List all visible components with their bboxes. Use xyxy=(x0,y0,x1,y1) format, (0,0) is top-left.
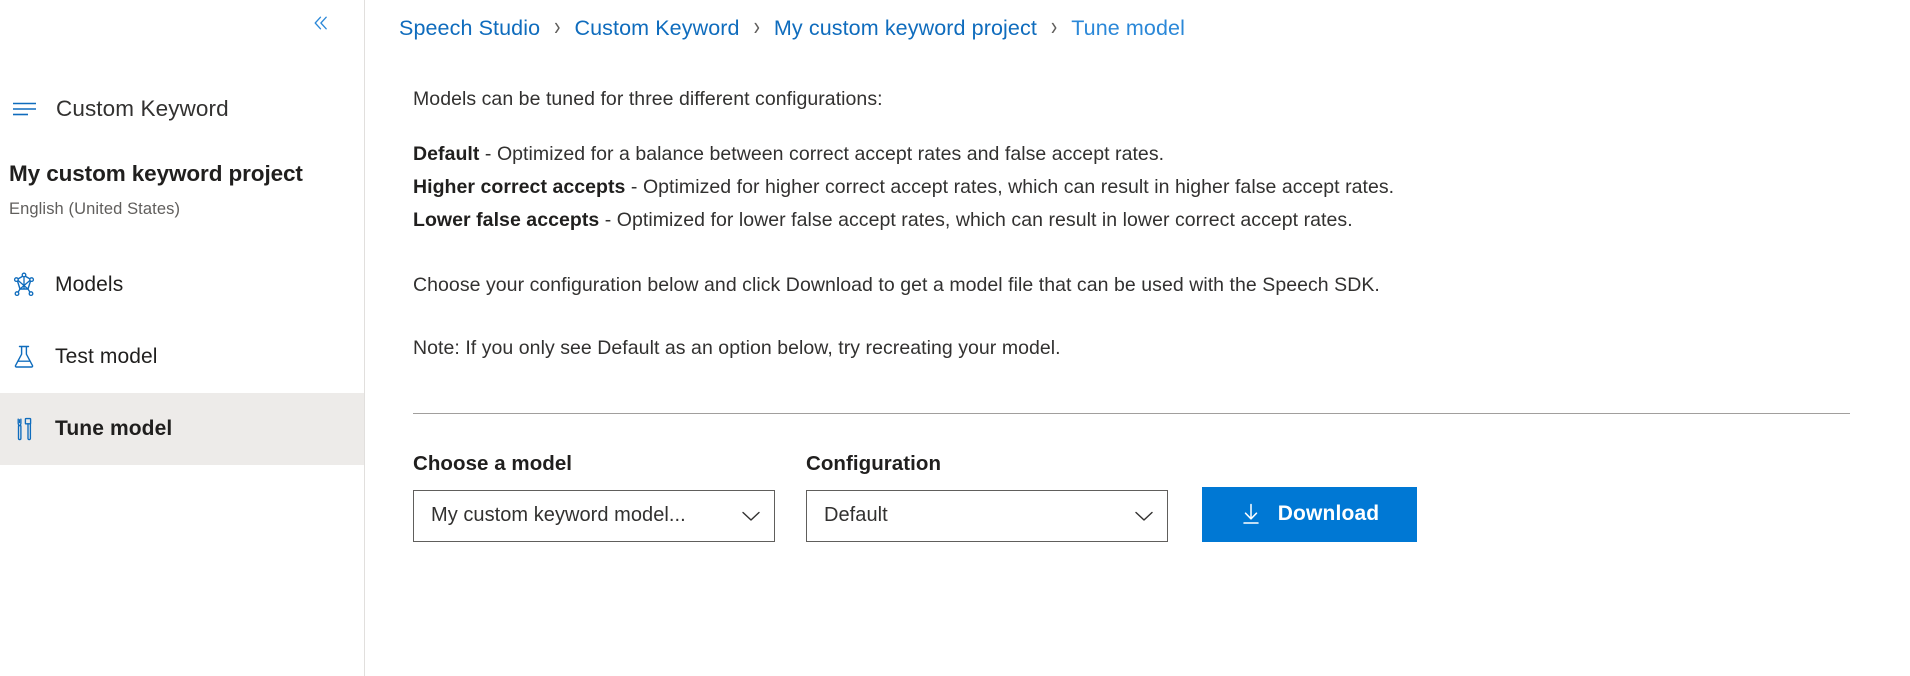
project-title: My custom keyword project xyxy=(9,159,364,189)
configuration-line-higher-correct-accepts: Higher correct accepts - Optimized for h… xyxy=(413,171,1890,204)
double-chevron-left-icon xyxy=(310,12,332,37)
sidebar-nav: Models Test model xyxy=(0,249,364,465)
note-paragraph: Note: If you only see Default as an opti… xyxy=(413,335,1890,362)
configuration-description: Optimized for a balance between correct … xyxy=(497,143,1164,165)
download-arrow-icon xyxy=(1240,502,1262,526)
configuration-description: Optimized for lower false accept rates, … xyxy=(617,209,1353,231)
breadcrumb: Speech Studio › Custom Keyword › My cust… xyxy=(365,0,1910,46)
app-root: Custom Keyword My custom keyword project… xyxy=(0,0,1910,676)
configuration-list: Default - Optimized for a balance betwee… xyxy=(413,138,1890,237)
sidebar-collapse-row xyxy=(0,0,364,48)
tune-form: Choose a model My custom keyword model..… xyxy=(413,452,1890,542)
breadcrumb-item-project[interactable]: My custom keyword project xyxy=(774,16,1037,41)
sidebar-menu-label: Custom Keyword xyxy=(56,96,229,122)
sidebar-item-label: Models xyxy=(55,273,123,297)
project-info: My custom keyword project English (Unite… xyxy=(0,159,364,219)
configuration-line-lower-false-accepts: Lower false accepts - Optimized for lowe… xyxy=(413,204,1890,237)
choose-paragraph: Choose your configuration below and clic… xyxy=(413,272,1890,299)
main-content: Speech Studio › Custom Keyword › My cust… xyxy=(365,0,1910,676)
breadcrumb-separator-icon: › xyxy=(1051,13,1057,43)
configuration-dash: - xyxy=(599,209,616,231)
configuration-select-value: Default xyxy=(824,504,888,527)
sidebar-menu-toggle[interactable]: Custom Keyword xyxy=(0,87,364,131)
configuration-name: Higher correct accepts xyxy=(413,176,625,198)
sidebar-item-test-model[interactable]: Test model xyxy=(0,321,364,393)
beaker-flask-icon xyxy=(9,342,39,372)
configuration-field: Configuration Default xyxy=(806,452,1168,542)
configuration-line-default: Default - Optimized for a balance betwee… xyxy=(413,138,1890,171)
chevron-down-icon xyxy=(1134,510,1154,522)
configuration-dash: - xyxy=(625,176,642,198)
sidebar-item-models[interactable]: Models xyxy=(0,249,364,321)
model-select-value: My custom keyword model... xyxy=(431,504,686,527)
collapse-sidebar-button[interactable] xyxy=(307,10,335,38)
sidebar-item-label: Tune model xyxy=(55,417,172,441)
model-select[interactable]: My custom keyword model... xyxy=(413,490,775,542)
tools-wrench-screwdriver-icon xyxy=(9,414,39,444)
breadcrumb-separator-icon: › xyxy=(754,13,760,43)
configuration-select[interactable]: Default xyxy=(806,490,1168,542)
section-divider xyxy=(413,413,1850,414)
sidebar-item-tune-model[interactable]: Tune model xyxy=(0,393,364,465)
breadcrumb-item-custom-keyword[interactable]: Custom Keyword xyxy=(574,16,739,41)
content-area: Models can be tuned for three different … xyxy=(365,46,1910,542)
project-locale: English (United States) xyxy=(9,200,364,219)
download-button-label: Download xyxy=(1278,502,1380,526)
hamburger-menu-icon xyxy=(12,96,38,122)
configuration-dash: - xyxy=(479,143,496,165)
download-button[interactable]: Download xyxy=(1202,487,1417,542)
graph-network-icon xyxy=(9,270,39,300)
configuration-name: Default xyxy=(413,143,479,165)
sidebar-item-label: Test model xyxy=(55,345,158,369)
intro-paragraph: Models can be tuned for three different … xyxy=(413,86,1890,113)
configuration-description: Optimized for higher correct accept rate… xyxy=(643,176,1394,198)
breadcrumb-separator-icon: › xyxy=(554,13,560,43)
choose-model-field: Choose a model My custom keyword model..… xyxy=(413,452,775,542)
choose-model-label: Choose a model xyxy=(413,452,775,476)
configuration-name: Lower false accepts xyxy=(413,209,599,231)
breadcrumb-item-tune-model[interactable]: Tune model xyxy=(1071,16,1185,41)
sidebar: Custom Keyword My custom keyword project… xyxy=(0,0,365,676)
chevron-down-icon xyxy=(741,510,761,522)
breadcrumb-item-speech-studio[interactable]: Speech Studio xyxy=(399,16,540,41)
configuration-label: Configuration xyxy=(806,452,1168,476)
